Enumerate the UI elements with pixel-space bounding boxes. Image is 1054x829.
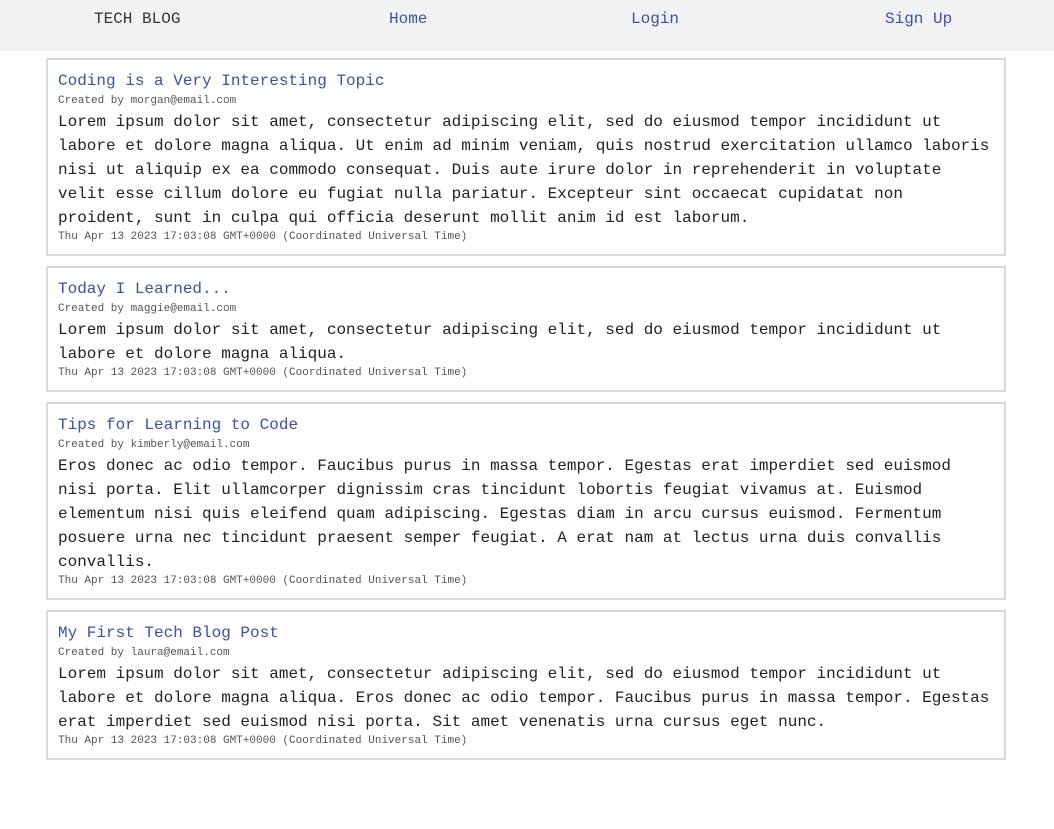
post-author: Created by laura@email.com (58, 647, 230, 659)
nav-login-link[interactable]: Login (631, 10, 679, 28)
post-card: Coding is a Very Interesting Topic Creat… (46, 58, 1006, 256)
post-title-link[interactable]: Coding is a Very Interesting Topic (58, 72, 994, 90)
post-title-link[interactable]: Today I Learned... (58, 280, 994, 298)
post-date: Thu Apr 13 2023 17:03:08 GMT+0000 (Coord… (58, 231, 468, 243)
post-author: Created by kimberly@email.com (58, 439, 250, 451)
post-card: Today I Learned... Created by maggie@ema… (46, 266, 1006, 392)
post-list: Coding is a Very Interesting Topic Creat… (46, 58, 1006, 770)
post-body: Lorem ipsum dolor sit amet, consectetur … (58, 321, 942, 363)
nav-signup-link[interactable]: Sign Up (885, 10, 952, 28)
post-date: Thu Apr 13 2023 17:03:08 GMT+0000 (Coord… (58, 575, 468, 587)
top-nav-bar: TECH BLOG Home Login Sign Up (0, 0, 1054, 51)
post-body: Eros donec ac odio tempor. Faucibus puru… (58, 457, 951, 571)
nav-home-link[interactable]: Home (389, 10, 427, 28)
post-date: Thu Apr 13 2023 17:03:08 GMT+0000 (Coord… (58, 367, 468, 379)
post-author: Created by morgan@email.com (58, 95, 237, 107)
post-body: Lorem ipsum dolor sit amet, consectetur … (58, 113, 990, 227)
post-card: My First Tech Blog Post Created by laura… (46, 610, 1006, 760)
post-title-link[interactable]: My First Tech Blog Post (58, 624, 994, 642)
post-date: Thu Apr 13 2023 17:03:08 GMT+0000 (Coord… (58, 735, 468, 747)
post-card: Tips for Learning to Code Created by kim… (46, 402, 1006, 600)
post-body: Lorem ipsum dolor sit amet, consectetur … (58, 665, 990, 731)
post-title-link[interactable]: Tips for Learning to Code (58, 416, 994, 434)
post-author: Created by maggie@email.com (58, 303, 237, 315)
site-brand: TECH BLOG (94, 10, 181, 28)
